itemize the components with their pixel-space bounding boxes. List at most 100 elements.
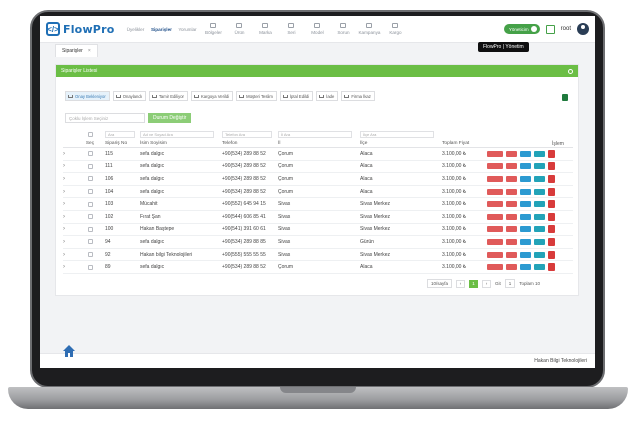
header-total-price[interactable]: Toplam Fiyat: [442, 141, 487, 146]
delete-icon[interactable]: [506, 188, 517, 195]
page-size-select[interactable]: 10/sayfa: [427, 279, 453, 288]
view-icon[interactable]: [520, 201, 531, 208]
nav-item-1[interactable]: Siparişler: [148, 16, 174, 42]
status-filter-1[interactable]: Onaylandı: [112, 91, 146, 101]
nav-item-7[interactable]: Model: [304, 16, 330, 42]
status-filter-7[interactable]: Firma İkaz: [341, 91, 375, 101]
status-filter-3[interactable]: Kargoya Verildi: [190, 91, 234, 101]
tab-orders[interactable]: Siparişler ×: [55, 44, 98, 57]
user-avatar-icon[interactable]: [577, 23, 589, 35]
select-all-checkbox[interactable]: [87, 131, 93, 137]
nav-item-9[interactable]: Kampanya: [356, 16, 382, 42]
nav-item-3[interactable]: Bölgeler: [200, 16, 226, 42]
next-page-icon[interactable]: ›: [482, 279, 492, 288]
prev-page-icon[interactable]: ‹: [456, 279, 466, 288]
print-icon[interactable]: [534, 201, 545, 208]
home-icon[interactable]: [62, 344, 76, 358]
header-phone[interactable]: Telefon: [222, 141, 278, 146]
row-checkbox[interactable]: [87, 239, 93, 245]
view-icon[interactable]: [520, 251, 531, 258]
table-row[interactable]: › 104 sefa dalgıc +90(534) 289 88 52 Çorum Al…: [63, 186, 573, 199]
table-row[interactable]: › 94 sefa dalgıc +90(534) 289 88 85 Sivas Gür…: [63, 236, 573, 249]
row-checkbox[interactable]: [87, 264, 93, 270]
delete-icon[interactable]: [506, 238, 517, 245]
expand-row-icon[interactable]: ›: [63, 176, 75, 182]
header-district[interactable]: İlçe: [360, 141, 442, 146]
expand-row-icon[interactable]: ›: [63, 189, 75, 195]
row-checkbox[interactable]: [87, 163, 93, 169]
excel-export-icon[interactable]: [562, 94, 568, 101]
province-filter-input[interactable]: İl Ara: [278, 130, 352, 138]
fullscreen-icon[interactable]: [545, 24, 555, 34]
view-icon[interactable]: [520, 226, 531, 233]
pdf-icon[interactable]: [548, 174, 555, 183]
view-icon[interactable]: [520, 188, 531, 195]
delete-icon[interactable]: [506, 213, 517, 220]
status-menu-icon[interactable]: [487, 251, 503, 258]
header-province[interactable]: İl: [278, 141, 360, 146]
header-name[interactable]: İsim Soyisim: [140, 141, 222, 146]
status-menu-icon[interactable]: [487, 201, 503, 208]
row-checkbox[interactable]: [87, 176, 93, 182]
pdf-icon[interactable]: [548, 187, 555, 196]
table-row[interactable]: › 106 sefa dalgıc +90(534) 289 88 52 Çorum Al…: [63, 173, 573, 186]
name-filter-input[interactable]: Ad ve Soyad Ara: [140, 130, 214, 138]
delete-icon[interactable]: [506, 226, 517, 233]
change-status-button[interactable]: Durum Değiştir: [148, 113, 192, 123]
nav-item-5[interactable]: Marka: [252, 16, 278, 42]
nav-item-6[interactable]: Seri: [278, 16, 304, 42]
print-icon[interactable]: [534, 163, 545, 170]
view-icon[interactable]: [520, 238, 531, 245]
status-menu-icon[interactable]: [487, 175, 503, 182]
status-menu-icon[interactable]: [487, 264, 503, 271]
nav-item-2[interactable]: Yorumlar: [174, 16, 200, 42]
expand-row-icon[interactable]: ›: [63, 163, 75, 169]
status-menu-icon[interactable]: [487, 188, 503, 195]
nav-item-8[interactable]: Sorun: [330, 16, 356, 42]
print-icon[interactable]: [534, 238, 545, 245]
row-checkbox[interactable]: [87, 151, 93, 157]
expand-row-icon[interactable]: ›: [63, 201, 75, 207]
status-filter-0[interactable]: Onay Bekleniyor: [65, 91, 110, 101]
view-icon[interactable]: [520, 150, 531, 157]
pdf-icon[interactable]: [548, 200, 555, 209]
status-filter-2[interactable]: Tamir Ediliyor: [148, 91, 188, 101]
district-filter-input[interactable]: İlçe Ara: [360, 130, 434, 138]
print-icon[interactable]: [534, 264, 545, 271]
phone-filter-input[interactable]: Telefon Ara: [222, 130, 272, 138]
header-order-no[interactable]: Sipariş No: [105, 141, 140, 146]
expand-row-icon[interactable]: ›: [63, 151, 75, 157]
status-menu-icon[interactable]: [487, 150, 503, 157]
status-menu-icon[interactable]: [487, 226, 503, 233]
pdf-icon[interactable]: [548, 237, 555, 246]
logo[interactable]: </> FlowPro: [46, 22, 114, 36]
delete-icon[interactable]: [506, 175, 517, 182]
page-button-current[interactable]: 1: [469, 279, 479, 288]
delete-icon[interactable]: [506, 201, 517, 208]
nav-item-4[interactable]: Ürün: [226, 16, 252, 42]
pdf-icon[interactable]: [548, 162, 555, 171]
expand-row-icon[interactable]: ›: [63, 252, 75, 258]
view-icon[interactable]: [520, 264, 531, 271]
delete-icon[interactable]: [506, 251, 517, 258]
nav-item-10[interactable]: Kargo: [382, 16, 408, 42]
admin-toggle[interactable]: Yöneticim: [503, 24, 540, 34]
print-icon[interactable]: [534, 226, 545, 233]
view-icon[interactable]: [520, 163, 531, 170]
pdf-icon[interactable]: [548, 225, 555, 234]
goto-page-input[interactable]: 1: [504, 279, 516, 288]
expand-row-icon[interactable]: ›: [63, 226, 75, 232]
pdf-icon[interactable]: [548, 250, 555, 259]
expand-row-icon[interactable]: ›: [63, 239, 75, 245]
view-icon[interactable]: [520, 213, 531, 220]
nav-item-0[interactable]: Üyelikler: [122, 16, 148, 42]
pdf-icon[interactable]: [548, 149, 555, 158]
print-icon[interactable]: [534, 188, 545, 195]
tab-close-icon[interactable]: ×: [88, 48, 91, 54]
delete-icon[interactable]: [506, 150, 517, 157]
expand-row-icon[interactable]: ›: [63, 214, 75, 220]
pdf-icon[interactable]: [548, 263, 555, 272]
print-icon[interactable]: [534, 251, 545, 258]
print-icon[interactable]: [534, 213, 545, 220]
pdf-icon[interactable]: [548, 212, 555, 221]
